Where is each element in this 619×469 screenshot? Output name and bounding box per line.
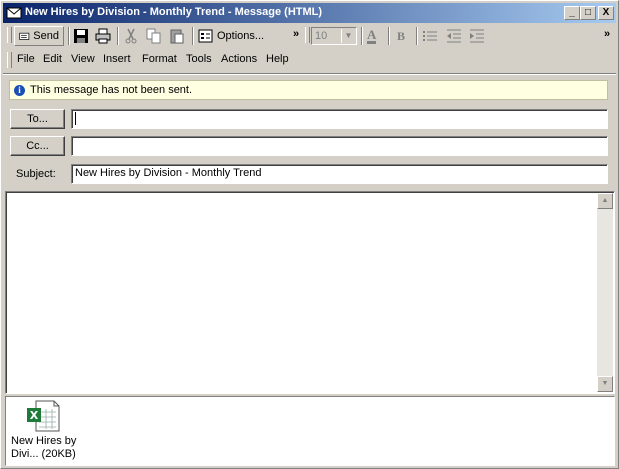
floppy-disk-icon [74, 29, 88, 43]
toolbar-separator [68, 27, 70, 45]
info-bar: i This message has not been sent. [9, 80, 608, 100]
outdent-icon [447, 29, 461, 43]
options-label: Options... [217, 30, 265, 42]
window-title: New Hires by Division - Monthly Trend - … [25, 6, 323, 18]
text-caret [75, 112, 76, 125]
toolbar-separator [361, 27, 363, 45]
decrease-indent-button[interactable] [446, 26, 462, 46]
indent-icon [470, 29, 484, 43]
bold-icon: B [397, 28, 406, 43]
menubar-grip[interactable] [7, 52, 12, 68]
cc-button[interactable]: Cc... [10, 136, 65, 156]
formatting-overflow-chevron[interactable]: » [604, 28, 610, 40]
options-icon [198, 29, 213, 43]
scroll-up-button[interactable]: ▲ [597, 193, 613, 209]
toolbar-separator [416, 27, 418, 45]
minimize-button[interactable]: _ [564, 6, 580, 20]
envelope-icon [6, 7, 22, 19]
to-field[interactable] [71, 109, 608, 129]
font-color-button[interactable]: A [367, 26, 377, 46]
svg-text:X: X [30, 409, 39, 422]
divider [3, 73, 616, 75]
close-button[interactable]: X [598, 6, 614, 20]
toolbar-separator [192, 27, 194, 45]
paste-button[interactable] [169, 26, 185, 46]
scroll-down-button[interactable]: ▼ [597, 376, 613, 392]
copy-icon [146, 28, 161, 44]
menu-view[interactable]: View [71, 53, 95, 65]
bold-button[interactable]: B [397, 26, 405, 46]
menu-edit[interactable]: Edit [43, 53, 62, 65]
subject-label: Subject: [16, 168, 56, 180]
menu-insert[interactable]: Insert [103, 53, 131, 65]
menu-tools[interactable]: Tools [186, 53, 212, 65]
maximize-button[interactable]: □ [580, 6, 596, 20]
font-color-icon: A [367, 27, 377, 44]
toolbar-grip[interactable] [7, 27, 12, 43]
dropdown-arrow-icon[interactable]: ▼ [341, 29, 355, 43]
excel-file-icon[interactable]: X [26, 400, 60, 432]
print-button[interactable] [95, 26, 111, 46]
menu-format[interactable]: Format [142, 53, 177, 65]
send-icon [19, 32, 30, 40]
vertical-scrollbar[interactable]: ▲ ▼ [597, 193, 613, 392]
info-bar-text: This message has not been sent. [30, 84, 193, 96]
bullets-button[interactable] [422, 26, 438, 46]
menu-help[interactable]: Help [266, 53, 289, 65]
attachment-well: X New Hires by Divi... (20KB) [5, 396, 615, 466]
paste-icon [170, 29, 184, 44]
standard-toolbar: Send Options... » 10 ▼ A B » [3, 24, 616, 48]
toolbar-overflow-chevron[interactable]: » [293, 28, 299, 40]
info-icon: i [14, 84, 25, 96]
send-label: Send [33, 30, 59, 42]
message-body[interactable]: ▲ ▼ [5, 191, 615, 394]
increase-indent-button[interactable] [469, 26, 485, 46]
toolbar-separator [117, 27, 119, 45]
to-button[interactable]: To... [10, 109, 65, 129]
message-window: New Hires by Division - Monthly Trend - … [0, 0, 619, 469]
menu-actions[interactable]: Actions [221, 53, 257, 65]
menu-file[interactable]: File [17, 53, 35, 65]
menu-bar: File Edit View Insert Format Tools Actio… [3, 50, 616, 72]
bullet-list-icon [423, 31, 437, 41]
toolbar-grip[interactable] [305, 27, 310, 43]
cc-field[interactable] [71, 136, 608, 156]
copy-button[interactable] [146, 26, 162, 46]
subject-field[interactable]: New Hires by Division - Monthly Trend [71, 164, 608, 184]
font-size-combo[interactable]: 10 ▼ [311, 27, 357, 45]
toolbar-separator [388, 27, 390, 45]
scissors-icon [125, 28, 137, 44]
font-size-value: 10 [315, 30, 328, 42]
attachment-name[interactable]: New Hires by Divi... (20KB) [11, 435, 91, 461]
printer-icon [95, 28, 111, 44]
save-button[interactable] [73, 26, 89, 46]
cut-button[interactable] [123, 26, 139, 46]
send-button[interactable]: Send [14, 26, 64, 46]
options-button[interactable]: Options... [198, 26, 264, 46]
title-bar[interactable]: New Hires by Division - Monthly Trend - … [3, 3, 616, 23]
